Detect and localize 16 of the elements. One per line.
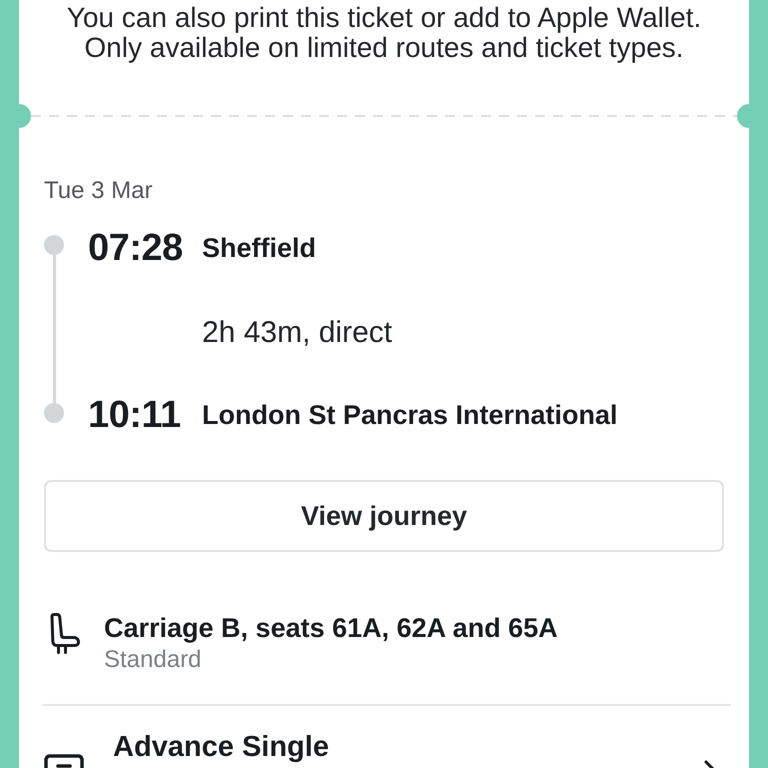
stop-time: 10:11 [88, 395, 182, 435]
detail-subtitle: Standard [104, 647, 202, 673]
stop-time: 07:28 [88, 228, 184, 268]
view-journey-button[interactable]: View journey [44, 480, 724, 552]
duration-text: 2h 43m, direct [202, 318, 394, 348]
detail-title: Advance Single [113, 730, 329, 764]
stop-dot-icon [44, 403, 64, 423]
station-name: London St Pancras International [202, 400, 618, 430]
seat-icon [48, 613, 80, 654]
station-name: Sheffield [202, 233, 318, 263]
stop-dot-icon [44, 235, 64, 255]
ticket-notch [19, 104, 31, 128]
date-label: Tue 3 Mar [44, 177, 154, 205]
detail-title: Carriage B, seats 61A, 62A and 65A [104, 613, 558, 643]
ticket-notch [737, 104, 749, 128]
notice-text: You can also print this ticket or add to Apple Wallet. Only available on limited routes and ticket types. [66, 3, 702, 63]
